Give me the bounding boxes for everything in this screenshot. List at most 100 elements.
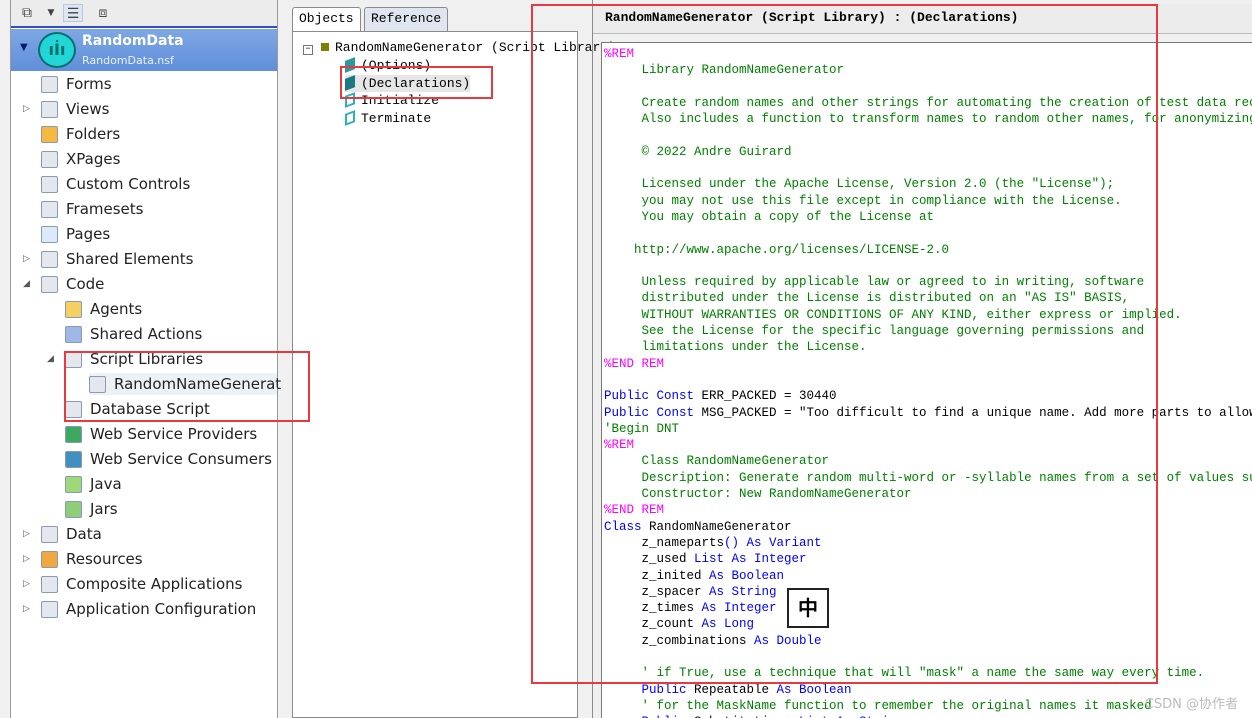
nav-item-label: Data <box>66 525 102 543</box>
collapse-icon[interactable]: ◢ <box>23 273 30 295</box>
navigator-toolbar: ⧉ ▼ ☰ ⧈ <box>11 0 277 28</box>
nav-item-label: Application Configuration <box>66 600 257 618</box>
nav-item-label: Web Service Providers <box>90 425 258 443</box>
comment-token: ' for the MaskName function to remember … <box>604 698 1152 713</box>
agents-icon <box>65 301 82 318</box>
keyword-token: As Boolean <box>776 682 852 697</box>
comment-token: Create random names and other strings fo… <box>604 95 1252 110</box>
expand-icon[interactable]: ▷ <box>23 598 30 620</box>
text-token: z_count <box>604 617 702 632</box>
nav-item-label: Forms <box>66 75 112 93</box>
tree-item-terminate[interactable]: Terminate <box>345 110 431 127</box>
nav-item-label: XPages <box>66 150 121 168</box>
code-line: © 2022 Andre Guirard <box>604 144 1252 160</box>
xpages-icon <box>41 151 58 168</box>
text-token: z_nameparts <box>604 535 725 550</box>
script-library-icon <box>321 43 329 51</box>
nav-item-randomnamegenerat[interactable]: RandomNameGenerat <box>89 373 281 395</box>
dropdown-icon[interactable]: ▼ <box>41 4 61 22</box>
tree-item-declarations[interactable]: (Declarations) <box>345 75 471 92</box>
comment-token: Class RandomNameGenerator <box>604 454 830 469</box>
collapse-icon[interactable]: ▼ <box>20 42 28 53</box>
expand-icon[interactable]: ▷ <box>23 573 30 595</box>
comment-token: Description: Generate random multi-word … <box>604 470 1252 485</box>
code-line: Licensed under the Apache License, Versi… <box>604 176 1252 192</box>
code-line: %REM <box>604 437 1252 453</box>
expand-icon[interactable]: ▷ <box>23 98 30 120</box>
nav-item-label: Views <box>66 100 110 118</box>
text-token: z_combinations <box>604 633 755 648</box>
folder-icon <box>41 126 58 143</box>
database-file: RandomData.nsf <box>82 54 174 67</box>
lotusscript-icon <box>345 75 355 91</box>
code-line: z_times As Integer <box>604 600 1252 616</box>
code-text[interactable]: %REM Library RandomNameGenerator Create … <box>602 43 1252 718</box>
code-line: Library RandomNameGenerator <box>604 62 1252 78</box>
views-icon <box>41 101 58 118</box>
nav-item-label: Custom Controls <box>66 175 191 193</box>
comment-token: 'Begin DNT <box>604 421 680 436</box>
resources-icon <box>41 551 58 568</box>
keyword-token: List As Integer <box>694 552 807 567</box>
tree-root-label: RandomNameGenerator (Script Library) <box>335 40 616 55</box>
code-line: You may obtain a copy of the License at <box>604 209 1252 225</box>
comment-token: Licensed under the Apache License, Versi… <box>604 177 1115 192</box>
tree-item-label: (Declarations) <box>361 76 471 91</box>
expand-icon[interactable]: ▷ <box>23 248 30 270</box>
code-line: WITHOUT WARRANTIES OR CONDITIONS OF ANY … <box>604 307 1252 323</box>
keyword-token: Public <box>604 682 687 697</box>
code-line: Public Const ERR_PACKED = 30440 <box>604 388 1252 404</box>
code-line: Unless required by applicable law or agr… <box>604 274 1252 290</box>
new-design-element-icon[interactable]: ⧉ <box>17 4 37 22</box>
code-line: See the License for the specific languag… <box>604 323 1252 339</box>
web-service-consumers-icon <box>65 451 82 468</box>
collapse-icon[interactable]: ◢ <box>47 348 54 370</box>
code-line: Also includes a function to transform na… <box>604 111 1252 127</box>
database-icon: ıİı <box>38 32 76 68</box>
tree-view-icon[interactable]: ☰ <box>63 4 83 22</box>
keyword-token: Class <box>604 519 642 534</box>
keyword-token: As Double <box>754 633 822 648</box>
code-line: Constructor: New RandomNameGenerator <box>604 486 1252 502</box>
collapse-icon[interactable]: − <box>303 45 313 55</box>
directive-token: %REM <box>604 47 635 61</box>
nav-item-label: Folders <box>66 125 121 143</box>
keyword-token: Public Const <box>604 405 695 420</box>
objects-panel: Objects Reference − RandomNameGenerator (… <box>290 0 616 718</box>
code-line: z_combinations As Double <box>604 633 1252 649</box>
tab-reference[interactable]: Reference <box>364 7 449 31</box>
code-line: Create random names and other strings fo… <box>604 95 1252 111</box>
keyword-token: As Long <box>701 617 755 632</box>
text-token: RandomNameGenerator <box>641 519 792 534</box>
expand-icon[interactable]: ▷ <box>23 523 30 545</box>
framesets-icon <box>41 201 58 218</box>
nav-item-label: Jars <box>90 500 118 518</box>
nav-item-label: Shared Actions <box>90 325 203 343</box>
tab-objects[interactable]: Objects <box>292 7 361 32</box>
text-token: Repeatable <box>686 682 777 697</box>
directive-token: %END REM <box>604 356 665 371</box>
tree-item-options[interactable]: (Options) <box>345 57 431 74</box>
tree-root[interactable]: − RandomNameGenerator (Script Library) <box>303 39 616 56</box>
code-line: Public Substitutions List As String <box>604 714 1252 718</box>
database-row[interactable]: ▼ ıİı RandomData RandomData.nsf <box>11 29 277 71</box>
expand-icon[interactable]: ▷ <box>23 548 30 570</box>
comment-token: distributed under the License is distrib… <box>604 291 1130 306</box>
script-icon <box>89 376 106 393</box>
code-line: Description: Generate random multi-word … <box>604 470 1252 486</box>
tree-item-initialize[interactable]: Initialize <box>345 92 439 109</box>
jars-icon <box>65 501 82 518</box>
code-editor[interactable]: %REM Library RandomNameGenerator Create … <box>601 42 1252 718</box>
comment-token: Constructor: New RandomNameGenerator <box>604 487 912 502</box>
code-line: %REM <box>604 46 1252 62</box>
nav-item-label: Java <box>90 475 122 493</box>
code-line: you may not use this file except in comp… <box>604 193 1252 209</box>
text-token: z_used <box>604 552 695 567</box>
code-line: %END REM <box>604 356 1252 372</box>
window-icon[interactable]: ⧈ <box>93 4 113 22</box>
comment-token: You may obtain a copy of the License at <box>604 209 935 224</box>
tree-item-label: Terminate <box>361 111 432 126</box>
code-line: 'Begin DNT <box>604 421 1252 437</box>
